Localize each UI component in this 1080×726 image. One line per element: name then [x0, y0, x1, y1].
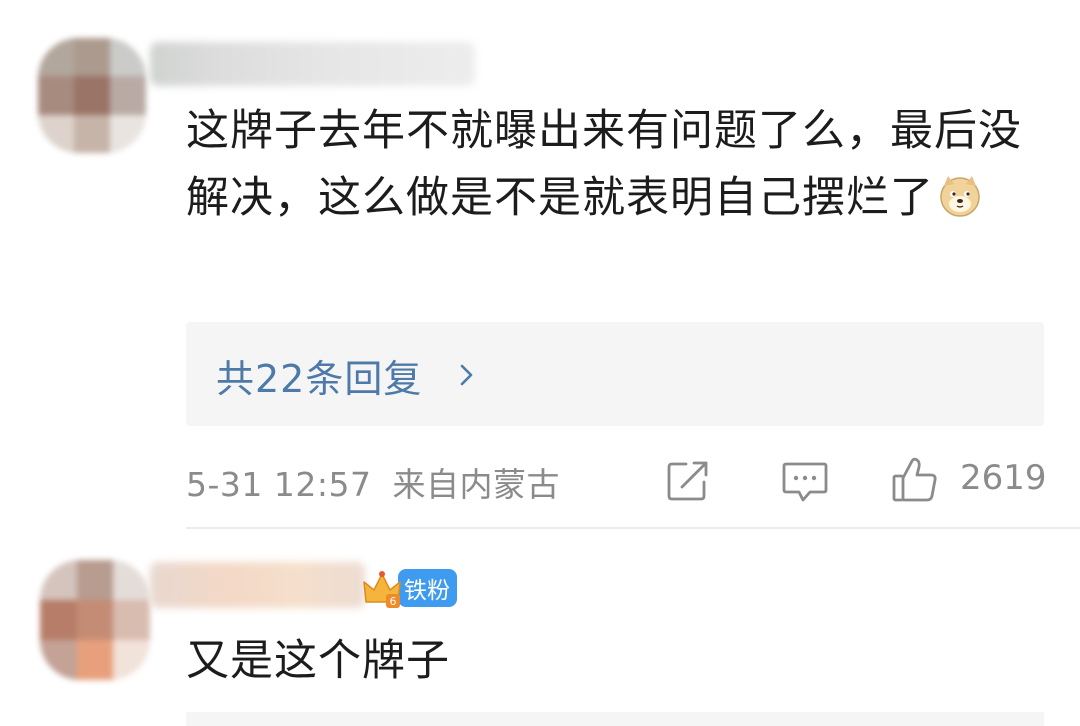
replies-panel — [186, 712, 1044, 726]
like-count: 2619 — [960, 458, 1047, 498]
doge-icon — [940, 176, 980, 217]
fan-badge[interactable]: 6 铁粉 — [360, 566, 457, 610]
comment-divider — [186, 527, 1080, 529]
chevron-right-icon[interactable] — [454, 358, 480, 392]
comment-icon[interactable] — [780, 459, 830, 505]
comment-text: 这牌子去年不就曝出来有问题了么，最后没解决，这么做是不是就表明自己摆烂了 — [186, 106, 1022, 223]
crown-icon: 6 — [363, 571, 401, 608]
comment-date: 5-31 12:57 — [186, 465, 372, 504]
avatar[interactable] — [38, 38, 146, 153]
badge-label: 铁粉 — [398, 569, 457, 607]
username-blurred[interactable] — [150, 42, 475, 86]
badge-level: 6 — [390, 595, 397, 608]
comment-location: 来自内蒙古 — [392, 465, 560, 504]
share-icon[interactable] — [664, 458, 714, 504]
view-replies-link[interactable]: 共22条回复 — [216, 348, 422, 403]
thumbs-up-icon[interactable] — [890, 455, 940, 505]
username-blurred[interactable] — [150, 562, 365, 608]
avatar[interactable] — [40, 560, 150, 680]
comment-meta: 5-31 12:57 来自内蒙古 — [186, 458, 560, 506]
comment-text: 又是这个牌子 — [186, 636, 450, 686]
replies-panel[interactable]: 共22条回复 — [186, 322, 1044, 426]
